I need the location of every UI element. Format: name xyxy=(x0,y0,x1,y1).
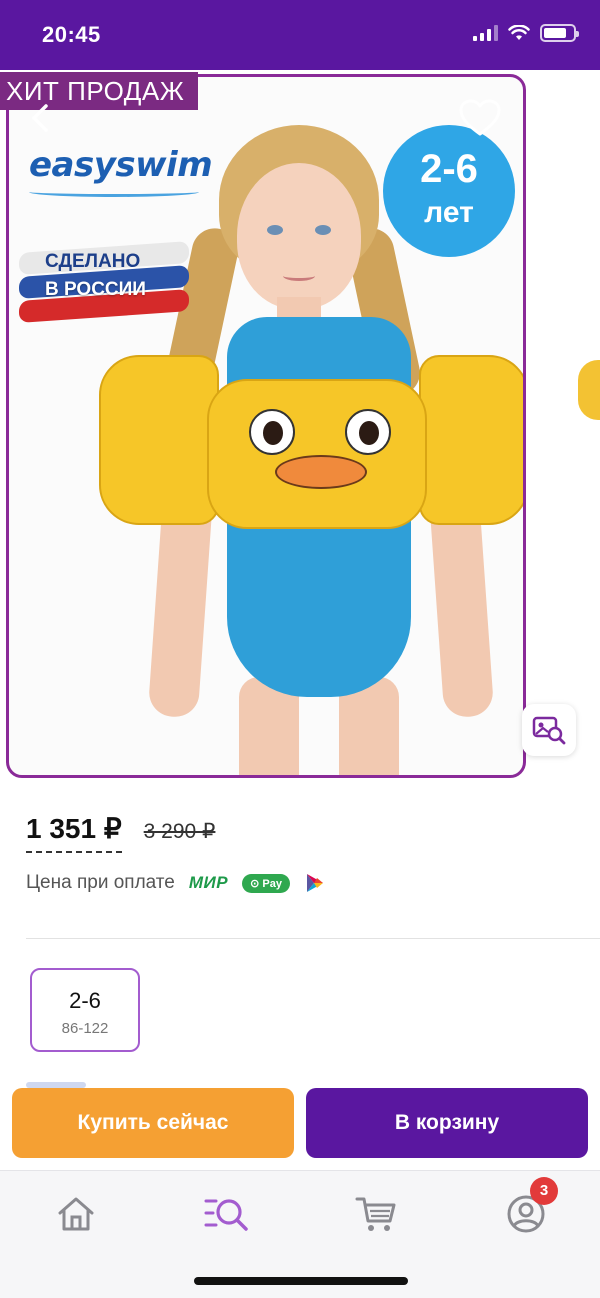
divider xyxy=(26,938,600,939)
next-image-peek[interactable] xyxy=(578,360,600,420)
add-to-cart-button[interactable]: В корзину xyxy=(306,1088,588,1158)
image-search-icon xyxy=(532,716,566,745)
signal-icon xyxy=(473,25,498,41)
cart-icon xyxy=(355,1197,396,1231)
mir-logo: МИР xyxy=(188,873,229,892)
tab-cart[interactable] xyxy=(346,1189,406,1239)
tab-profile[interactable]: 3 xyxy=(496,1177,558,1239)
share-icon[interactable] xyxy=(538,94,578,138)
made-in-line2: В РОССИИ xyxy=(45,279,146,300)
payment-methods-row: Цена при оплате МИР ⊙ Pay xyxy=(26,872,326,894)
price-row: 1 351 ₽ 3 290 ₽ xyxy=(26,812,215,853)
home-icon xyxy=(58,1197,94,1231)
buy-now-button[interactable]: Купить сейчас xyxy=(12,1088,294,1158)
mir-pay-logo: ⊙ Pay xyxy=(242,873,290,893)
battery-icon xyxy=(540,24,579,42)
age-unit: лет xyxy=(424,196,474,229)
size-height-range: 86-122 xyxy=(61,1020,109,1037)
tab-home[interactable] xyxy=(46,1189,106,1239)
status-time: 20:45 xyxy=(42,22,101,47)
size-option[interactable]: 2-6 86-122 xyxy=(30,968,140,1052)
tab-catalog[interactable] xyxy=(196,1189,256,1239)
age-range: 2-6 xyxy=(420,147,478,191)
wifi-icon xyxy=(508,25,530,40)
brand-logo-text: easyswim xyxy=(29,145,213,185)
age-badge: 2-6 лет xyxy=(383,125,515,257)
current-price[interactable]: 1 351 ₽ xyxy=(26,812,122,853)
back-icon[interactable] xyxy=(22,98,62,138)
status-icons xyxy=(473,24,579,42)
product-image[interactable]: easyswim СДЕЛАНО В РОССИИ 2-6 лет xyxy=(6,74,526,778)
duck-vest xyxy=(207,379,427,529)
size-label: 2-6 xyxy=(69,988,101,1013)
product-gallery[interactable]: easyswim СДЕЛАНО В РОССИИ 2-6 лет ХИТ ПР… xyxy=(0,70,600,782)
made-in-russia-badge: СДЕЛАНО В РОССИИ xyxy=(19,237,189,337)
status-bar: 20:45 xyxy=(0,0,600,70)
sbp-icon xyxy=(306,874,323,892)
made-in-line1: СДЕЛАНО xyxy=(45,251,141,272)
home-indicator xyxy=(194,1277,408,1285)
heart-icon[interactable] xyxy=(458,98,502,138)
payment-label: Цена при оплате xyxy=(26,872,175,893)
old-price: 3 290 ₽ xyxy=(143,820,216,843)
profile-notification-badge: 3 xyxy=(530,1177,558,1205)
brand-logo: easyswim xyxy=(29,145,213,197)
visual-search-button[interactable] xyxy=(522,704,576,756)
search-catalog-icon xyxy=(204,1199,248,1231)
